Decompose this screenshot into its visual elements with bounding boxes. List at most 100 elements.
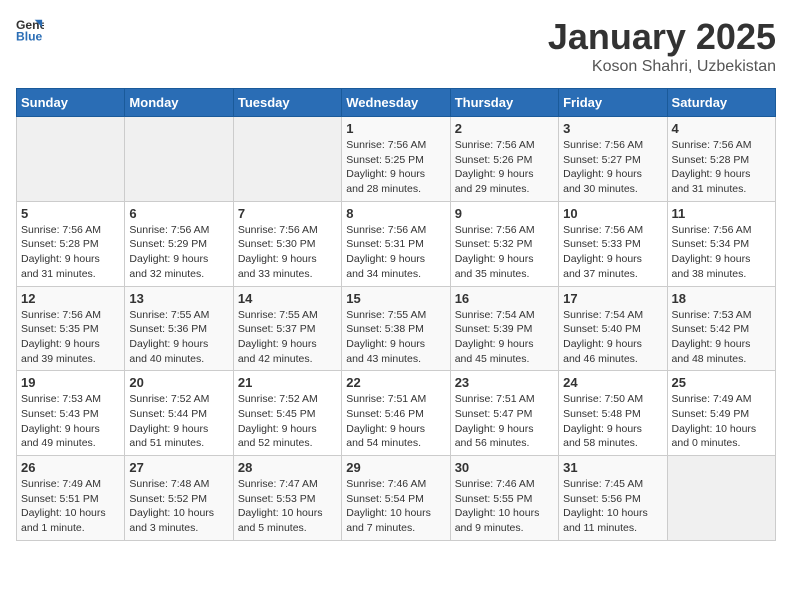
day-number: 9 [455, 206, 554, 221]
day-number: 8 [346, 206, 445, 221]
day-number: 30 [455, 460, 554, 475]
calendar-cell: 1 Sunrise: 7:56 AM Sunset: 5:25 PM Daylig… [342, 117, 450, 202]
calendar-cell: 20 Sunrise: 7:52 AM Sunset: 5:44 PM Dayli… [125, 371, 233, 456]
day-info: Sunrise: 7:56 AM Sunset: 5:29 PM Dayligh… [129, 223, 228, 282]
calendar-cell: 8 Sunrise: 7:56 AM Sunset: 5:31 PM Daylig… [342, 201, 450, 286]
day-number: 23 [455, 375, 554, 390]
day-info: Sunrise: 7:56 AM Sunset: 5:28 PM Dayligh… [21, 223, 120, 282]
calendar-table: SundayMondayTuesdayWednesdayThursdayFrid… [16, 88, 776, 541]
day-number: 31 [563, 460, 662, 475]
day-info: Sunrise: 7:50 AM Sunset: 5:48 PM Dayligh… [563, 392, 662, 451]
calendar-cell: 27Sunrise: 7:48 AM Sunset: 5:52 PM Dayli… [125, 456, 233, 541]
day-number: 24 [563, 375, 662, 390]
calendar-cell [125, 117, 233, 202]
day-number: 25 [672, 375, 771, 390]
calendar-cell: 23Sunrise: 7:51 AM Sunset: 5:47 PM Dayli… [450, 371, 558, 456]
day-number: 13 [129, 291, 228, 306]
calendar-cell: 25 Sunrise: 7:49 AM Sunset: 5:49 PM Dayli… [667, 371, 775, 456]
day-number: 7 [238, 206, 337, 221]
calendar-cell: 12Sunrise: 7:56 AM Sunset: 5:35 PM Dayli… [17, 286, 125, 371]
day-info: Sunrise: 7:45 AM Sunset: 5:56 PM Dayligh… [563, 477, 662, 536]
week-row-5: 26 Sunrise: 7:49 AM Sunset: 5:51 PM Dayli… [17, 456, 776, 541]
day-info: Sunrise: 7:54 AM Sunset: 5:39 PM Dayligh… [455, 308, 554, 367]
day-number: 10 [563, 206, 662, 221]
day-info: Sunrise: 7:52 AM Sunset: 5:45 PM Dayligh… [238, 392, 337, 451]
calendar-cell: 22 Sunrise: 7:51 AM Sunset: 5:46 PM Dayli… [342, 371, 450, 456]
day-number: 22 [346, 375, 445, 390]
calendar-cell: 24 Sunrise: 7:50 AM Sunset: 5:48 PM Dayli… [559, 371, 667, 456]
day-info: Sunrise: 7:52 AM Sunset: 5:44 PM Dayligh… [129, 392, 228, 451]
day-info: Sunrise: 7:48 AM Sunset: 5:52 PM Dayligh… [129, 477, 228, 536]
day-number: 21 [238, 375, 337, 390]
day-info: Sunrise: 7:55 AM Sunset: 5:37 PM Dayligh… [238, 308, 337, 367]
calendar-cell: 16Sunrise: 7:54 AM Sunset: 5:39 PM Dayli… [450, 286, 558, 371]
day-number: 29 [346, 460, 445, 475]
calendar-cell: 17Sunrise: 7:54 AM Sunset: 5:40 PM Dayli… [559, 286, 667, 371]
day-number: 1 [346, 121, 445, 136]
calendar-cell: 6 Sunrise: 7:56 AM Sunset: 5:29 PM Daylig… [125, 201, 233, 286]
day-info: Sunrise: 7:56 AM Sunset: 5:32 PM Dayligh… [455, 223, 554, 282]
week-row-1: 1 Sunrise: 7:56 AM Sunset: 5:25 PM Daylig… [17, 117, 776, 202]
day-number: 17 [563, 291, 662, 306]
day-info: Sunrise: 7:53 AM Sunset: 5:43 PM Dayligh… [21, 392, 120, 451]
day-number: 19 [21, 375, 120, 390]
calendar-cell: 28Sunrise: 7:47 AM Sunset: 5:53 PM Dayli… [233, 456, 341, 541]
calendar-cell: 7 Sunrise: 7:56 AM Sunset: 5:30 PM Daylig… [233, 201, 341, 286]
day-number: 5 [21, 206, 120, 221]
day-number: 14 [238, 291, 337, 306]
calendar-cell [667, 456, 775, 541]
calendar-cell: 26 Sunrise: 7:49 AM Sunset: 5:51 PM Dayli… [17, 456, 125, 541]
day-number: 3 [563, 121, 662, 136]
day-number: 4 [672, 121, 771, 136]
logo: General Blue [16, 16, 44, 44]
day-number: 18 [672, 291, 771, 306]
title-area: January 2025 Koson Shahri, Uzbekistan [548, 16, 776, 76]
weekday-header-wednesday: Wednesday [342, 89, 450, 117]
day-info: Sunrise: 7:47 AM Sunset: 5:53 PM Dayligh… [238, 477, 337, 536]
weekday-header-tuesday: Tuesday [233, 89, 341, 117]
day-info: Sunrise: 7:49 AM Sunset: 5:49 PM Dayligh… [672, 392, 771, 451]
weekday-header-monday: Monday [125, 89, 233, 117]
calendar-cell: 14 Sunrise: 7:55 AM Sunset: 5:37 PM Dayli… [233, 286, 341, 371]
day-number: 26 [21, 460, 120, 475]
calendar-cell: 5 Sunrise: 7:56 AM Sunset: 5:28 PM Daylig… [17, 201, 125, 286]
calendar-cell: 18 Sunrise: 7:53 AM Sunset: 5:42 PM Dayli… [667, 286, 775, 371]
calendar-cell: 31 Sunrise: 7:45 AM Sunset: 5:56 PM Dayli… [559, 456, 667, 541]
calendar-cell: 15 Sunrise: 7:55 AM Sunset: 5:38 PM Dayli… [342, 286, 450, 371]
page-header: General Blue January 2025 Koson Shahri, … [16, 16, 776, 76]
calendar-cell: 3Sunrise: 7:56 AM Sunset: 5:27 PM Daylig… [559, 117, 667, 202]
day-info: Sunrise: 7:49 AM Sunset: 5:51 PM Dayligh… [21, 477, 120, 536]
day-info: Sunrise: 7:46 AM Sunset: 5:54 PM Dayligh… [346, 477, 445, 536]
weekday-header-row: SundayMondayTuesdayWednesdayThursdayFrid… [17, 89, 776, 117]
logo-icon: General Blue [16, 16, 44, 44]
weekday-header-thursday: Thursday [450, 89, 558, 117]
calendar-cell: 2Sunrise: 7:56 AM Sunset: 5:26 PM Daylig… [450, 117, 558, 202]
calendar-cell: 10Sunrise: 7:56 AM Sunset: 5:33 PM Dayli… [559, 201, 667, 286]
day-info: Sunrise: 7:51 AM Sunset: 5:46 PM Dayligh… [346, 392, 445, 451]
calendar-cell: 29 Sunrise: 7:46 AM Sunset: 5:54 PM Dayli… [342, 456, 450, 541]
svg-text:Blue: Blue [16, 29, 43, 43]
day-info: Sunrise: 7:56 AM Sunset: 5:31 PM Dayligh… [346, 223, 445, 282]
day-info: Sunrise: 7:56 AM Sunset: 5:25 PM Dayligh… [346, 138, 445, 197]
calendar-cell [233, 117, 341, 202]
day-number: 20 [129, 375, 228, 390]
week-row-2: 5 Sunrise: 7:56 AM Sunset: 5:28 PM Daylig… [17, 201, 776, 286]
calendar-cell: 11Sunrise: 7:56 AM Sunset: 5:34 PM Dayli… [667, 201, 775, 286]
day-info: Sunrise: 7:46 AM Sunset: 5:55 PM Dayligh… [455, 477, 554, 536]
week-row-4: 19 Sunrise: 7:53 AM Sunset: 5:43 PM Dayli… [17, 371, 776, 456]
day-number: 11 [672, 206, 771, 221]
calendar-cell: 21 Sunrise: 7:52 AM Sunset: 5:45 PM Dayli… [233, 371, 341, 456]
day-info: Sunrise: 7:56 AM Sunset: 5:30 PM Dayligh… [238, 223, 337, 282]
week-row-3: 12Sunrise: 7:56 AM Sunset: 5:35 PM Dayli… [17, 286, 776, 371]
day-number: 12 [21, 291, 120, 306]
weekday-header-sunday: Sunday [17, 89, 125, 117]
calendar-subtitle: Koson Shahri, Uzbekistan [548, 58, 776, 76]
weekday-header-saturday: Saturday [667, 89, 775, 117]
calendar-cell: 9 Sunrise: 7:56 AM Sunset: 5:32 PM Daylig… [450, 201, 558, 286]
day-number: 15 [346, 291, 445, 306]
day-info: Sunrise: 7:56 AM Sunset: 5:28 PM Dayligh… [672, 138, 771, 197]
day-info: Sunrise: 7:55 AM Sunset: 5:38 PM Dayligh… [346, 308, 445, 367]
day-info: Sunrise: 7:53 AM Sunset: 5:42 PM Dayligh… [672, 308, 771, 367]
day-number: 6 [129, 206, 228, 221]
day-number: 2 [455, 121, 554, 136]
